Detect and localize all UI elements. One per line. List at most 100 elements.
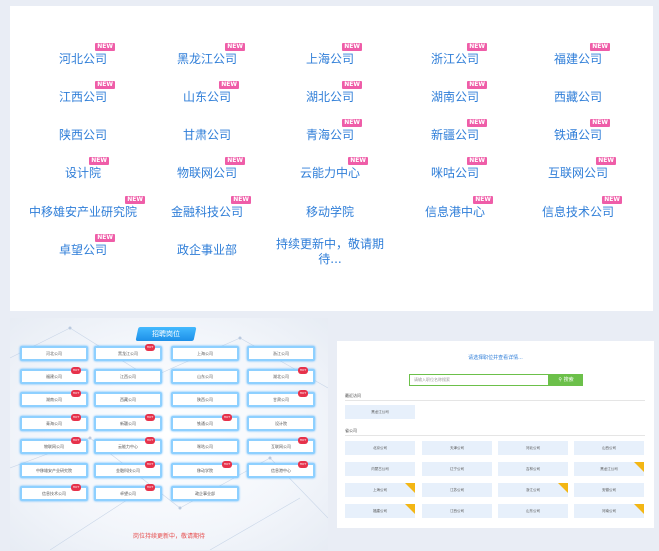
company-link[interactable]: 卓望公司 NEW [59, 234, 116, 257]
recruit-cell[interactable]: 互联网公司 HOT [247, 437, 315, 454]
company-link[interactable]: 信息港中心 NEW [424, 196, 494, 219]
recruit-cell[interactable]: 西藏公司 [94, 392, 162, 407]
company-link[interactable]: 咪咕公司 NEW [431, 157, 488, 180]
company-name: 互联网公司 NEW [547, 157, 617, 180]
company-link[interactable]: 持续更新中，敬请期待... [274, 237, 386, 267]
company-link[interactable]: 江西公司 NEW [59, 81, 116, 104]
recruit-cell[interactable]: 青海公司 HOT [20, 414, 88, 431]
company-tile[interactable]: 河南公司 [574, 504, 644, 518]
recruit-cell[interactable]: 福建公司 HOT [20, 367, 88, 384]
company-link[interactable]: 黑龙江公司 NEW [177, 43, 246, 66]
hot-badge: HOT [298, 390, 308, 397]
recruit-cell[interactable]: 中移雄安产业研究院 [20, 463, 88, 478]
company-link[interactable]: 青海公司 NEW [306, 119, 363, 142]
company-tile[interactable]: 吉林公司 [498, 462, 568, 476]
recruit-cell[interactable]: 陕西公司 [171, 392, 239, 407]
company-link[interactable]: 移动学院 [306, 205, 354, 219]
recruit-cell[interactable]: 咪咕公司 [171, 439, 239, 454]
hot-badge: HOT [71, 414, 81, 421]
company-name: 信息港中心 NEW [424, 196, 494, 219]
new-badge: NEW [95, 234, 116, 242]
recent-tile[interactable]: 黑龙江公司 [345, 405, 415, 419]
new-badge: NEW [231, 196, 252, 204]
new-corner-ribbon [405, 483, 415, 493]
company-tile[interactable]: 山东公司 [498, 504, 568, 518]
company-link[interactable]: 中移雄安产业研究院 NEW [29, 196, 146, 219]
company-link[interactable]: 西藏公司 [554, 90, 602, 104]
company-tile[interactable]: 天津公司 [422, 441, 492, 455]
company-link[interactable]: 新疆公司 NEW [431, 119, 488, 142]
recruit-cell[interactable]: 设计院 [247, 416, 315, 431]
recruit-cell[interactable]: 铁通公司 HOT [171, 414, 239, 431]
company-tile[interactable]: 北京公司 [345, 441, 415, 455]
new-badge: NEW [467, 81, 488, 89]
company-tile-label: 河南公司 [602, 509, 616, 513]
company-tile[interactable]: 安徽公司 [574, 483, 644, 497]
company-link[interactable]: 河北公司 NEW [59, 43, 116, 66]
company-tile-label: 内蒙古公司 [371, 467, 389, 471]
recruit-cell[interactable]: 河北公司 [20, 346, 88, 361]
company-link[interactable]: 物联网公司 NEW [177, 157, 246, 180]
recruit-cell[interactable]: 黑龙江公司 HOT [94, 344, 162, 361]
recruit-cell[interactable]: 移动学院 HOT [171, 461, 239, 478]
recruit-cell[interactable]: 金融科技公司 HOT [94, 461, 162, 478]
recruit-cell[interactable]: 江西公司 [94, 369, 162, 384]
recruit-cell[interactable]: 政企事业部 [171, 486, 239, 501]
recruit-cell-label: 浙江公司 [273, 351, 289, 356]
recruit-cell-label: 新疆公司 [120, 421, 136, 426]
new-badge: NEW [590, 119, 611, 127]
search-button-label: 搜索 [563, 377, 574, 383]
recruit-cell[interactable]: 信息技术公司 HOT [20, 484, 88, 501]
recruit-cell[interactable]: 山东公司 [171, 369, 239, 384]
recruit-cell[interactable]: 物联网公司 HOT [20, 437, 88, 454]
recruit-cell[interactable]: 湖北公司 HOT [247, 367, 315, 384]
company-link[interactable]: 互联网公司 NEW [547, 157, 617, 180]
company-name: 山东公司 NEW [182, 81, 240, 104]
company-link[interactable]: 上海公司 NEW [306, 43, 363, 66]
recruit-cell[interactable]: 浙江公司 [247, 346, 315, 361]
company-tile[interactable]: 福建公司 [345, 504, 415, 518]
divider [345, 435, 645, 436]
company-tile[interactable]: 江西公司 [422, 504, 492, 518]
recruit-cell[interactable]: 卓望公司 HOT [94, 484, 162, 501]
recruit-cell[interactable]: 信息港中心 HOT [247, 461, 315, 478]
company-tile[interactable]: 内蒙古公司 [345, 462, 415, 476]
recruit-cell-label: 湖南公司 [46, 397, 62, 402]
company-link[interactable]: 陕西公司 [59, 128, 107, 142]
company-tile[interactable]: 辽宁公司 [422, 462, 492, 476]
company-link[interactable]: 甘肃公司 [183, 128, 231, 142]
company-link[interactable]: 云能力中心 NEW [300, 157, 369, 180]
company-tile[interactable]: 山西公司 [574, 441, 644, 455]
company-tile[interactable]: 黑龙江公司 [574, 462, 644, 476]
new-badge: NEW [95, 81, 116, 89]
search-button[interactable]: ⚲ 搜索 [549, 374, 583, 386]
recruit-cell[interactable]: 上海公司 [171, 346, 239, 361]
company-link[interactable]: 山东公司 NEW [182, 81, 240, 104]
position-search-input[interactable]: 请输入职位名称搜索 [409, 374, 549, 386]
company-link[interactable]: 湖北公司 NEW [306, 81, 363, 104]
company-link[interactable]: 浙江公司 NEW [431, 43, 488, 66]
recruit-positions-panel: 招聘岗位 河北公司 黑龙江公司 HOT 上海公司 浙江公司 福建公司 HOT 江西公司 山东公司… [10, 318, 328, 550]
company-name: 湖南公司 NEW [430, 81, 488, 104]
company-link[interactable]: 金融科技公司 NEW [171, 196, 252, 219]
company-tile[interactable]: 上海公司 [345, 483, 415, 497]
recruit-cell-label: 黑龙江公司 [118, 351, 138, 356]
recruit-cell[interactable]: 甘肃公司 HOT [247, 390, 315, 407]
company-link[interactable]: 福建公司 NEW [554, 43, 611, 66]
recruit-cell[interactable]: 湖南公司 HOT [20, 390, 88, 407]
hot-badge: HOT [145, 414, 155, 421]
company-link[interactable]: 政企事业部 [177, 243, 237, 257]
company-link[interactable]: 湖南公司 NEW [430, 81, 488, 104]
company-tile[interactable]: 浙江公司 [498, 483, 568, 497]
company-link[interactable]: 铁通公司 NEW [554, 119, 611, 142]
hot-badge: HOT [298, 461, 308, 468]
company-tile-label: 安徽公司 [602, 488, 616, 492]
recruit-cell[interactable]: 云能力中心 HOT [94, 437, 162, 454]
new-corner-ribbon [634, 462, 644, 472]
company-tile[interactable]: 江苏公司 [422, 483, 492, 497]
recruit-cell[interactable]: 新疆公司 HOT [94, 414, 162, 431]
company-link[interactable]: 设计院 NEW [65, 157, 110, 180]
company-tile[interactable]: 河北公司 [498, 441, 568, 455]
company-link[interactable]: 信息技术公司 NEW [542, 196, 623, 219]
company-name: 政企事业部 [176, 243, 238, 257]
